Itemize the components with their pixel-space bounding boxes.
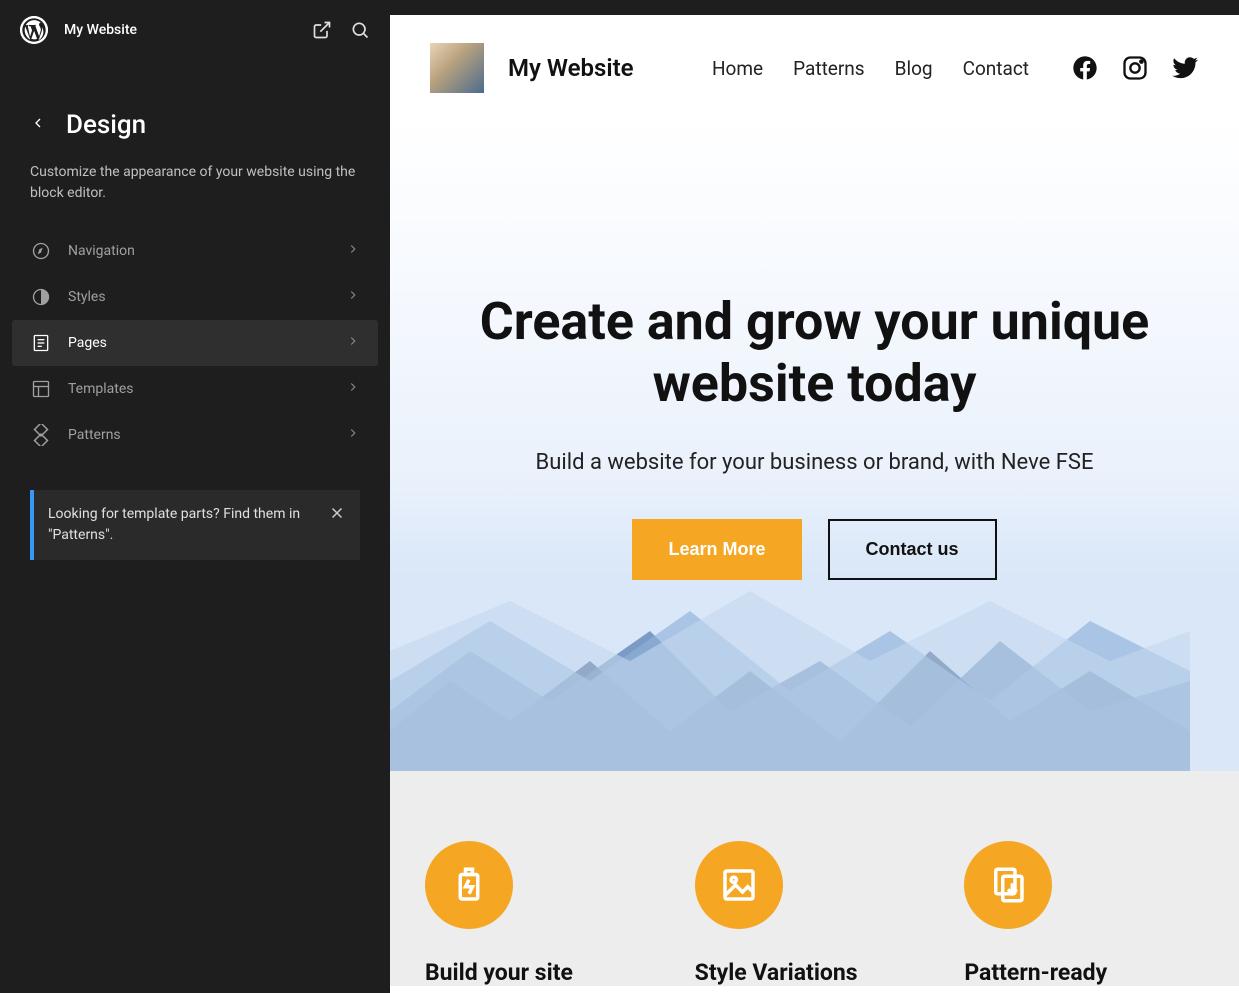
hero-buttons: Learn More Contact us — [632, 519, 996, 580]
contrast-icon — [30, 286, 52, 308]
preview-container: My Website Home Patterns Blog Contact — [390, 0, 1239, 993]
nav-item-navigation[interactable]: Navigation — [12, 228, 378, 274]
site-menu: Home Patterns Blog Contact — [712, 57, 1029, 80]
page-icon — [30, 332, 52, 354]
back-button[interactable] — [30, 115, 46, 135]
feature-title[interactable]: Build your site — [425, 959, 665, 986]
chevron-right-icon — [346, 334, 360, 352]
close-icon[interactable] — [328, 504, 346, 546]
contact-us-button[interactable]: Contact us — [828, 519, 997, 580]
diamond-icon — [30, 424, 52, 446]
site-header: My Website Home Patterns Blog Contact — [390, 15, 1239, 121]
nav-label: Pages — [68, 335, 330, 351]
hero-heading[interactable]: Create and grow your unique website toda… — [455, 291, 1175, 416]
template-parts-notice: Looking for template parts? Find them in… — [30, 490, 360, 560]
site-name[interactable]: My Website — [64, 22, 296, 38]
section-description: Customize the appearance of your website… — [0, 150, 390, 228]
section-title: Design — [66, 110, 146, 140]
nav-label: Patterns — [68, 427, 330, 443]
layout-icon — [30, 378, 52, 400]
site-preview[interactable]: My Website Home Patterns Blog Contact — [390, 15, 1239, 993]
menu-item-blog[interactable]: Blog — [895, 57, 933, 80]
design-nav-list: Navigation Styles Pages — [0, 228, 390, 458]
hero-section: Create and grow your unique website toda… — [390, 121, 1239, 771]
image-icon — [695, 841, 783, 929]
menu-item-home[interactable]: Home — [712, 57, 763, 80]
site-logo[interactable] — [430, 43, 484, 93]
chevron-right-icon — [346, 380, 360, 398]
mountains-graphic — [390, 551, 1190, 771]
feature-style: Style Variations — [695, 841, 935, 986]
twitter-icon[interactable] — [1171, 54, 1199, 82]
feature-title[interactable]: Style Variations — [695, 959, 935, 986]
feature-title[interactable]: Pattern-ready — [964, 959, 1204, 986]
copy-icon — [964, 841, 1052, 929]
compass-icon — [30, 240, 52, 262]
menu-item-patterns[interactable]: Patterns — [793, 57, 864, 80]
search-icon[interactable] — [350, 20, 370, 40]
social-icons — [1071, 54, 1199, 82]
nav-item-styles[interactable]: Styles — [12, 274, 378, 320]
editor-sidebar: My Website Design Customize the appearan… — [0, 0, 390, 993]
section-header: Design — [0, 60, 390, 150]
chevron-right-icon — [346, 426, 360, 444]
battery-icon — [425, 841, 513, 929]
sidebar-topbar: My Website — [0, 0, 390, 60]
features-section: Build your site Style Variations Pattern… — [390, 771, 1239, 986]
nav-item-patterns[interactable]: Patterns — [12, 412, 378, 458]
learn-more-button[interactable]: Learn More — [632, 519, 801, 580]
menu-item-contact[interactable]: Contact — [963, 57, 1029, 80]
nav-item-templates[interactable]: Templates — [12, 366, 378, 412]
instagram-icon[interactable] — [1121, 54, 1149, 82]
nav-label: Styles — [68, 289, 330, 305]
notice-text: Looking for template parts? Find them in… — [48, 504, 316, 546]
facebook-icon[interactable] — [1071, 54, 1099, 82]
preview-site-title[interactable]: My Website — [508, 54, 688, 82]
nav-item-pages[interactable]: Pages — [12, 320, 378, 366]
open-site-icon[interactable] — [312, 20, 332, 40]
nav-label: Templates — [68, 381, 330, 397]
feature-build: Build your site — [425, 841, 665, 986]
feature-pattern: Pattern-ready — [964, 841, 1204, 986]
hero-subtitle[interactable]: Build a website for your business or bra… — [536, 450, 1094, 475]
chevron-right-icon — [346, 242, 360, 260]
chevron-right-icon — [346, 288, 360, 306]
wordpress-logo-icon[interactable] — [20, 16, 48, 44]
nav-label: Navigation — [68, 243, 330, 259]
